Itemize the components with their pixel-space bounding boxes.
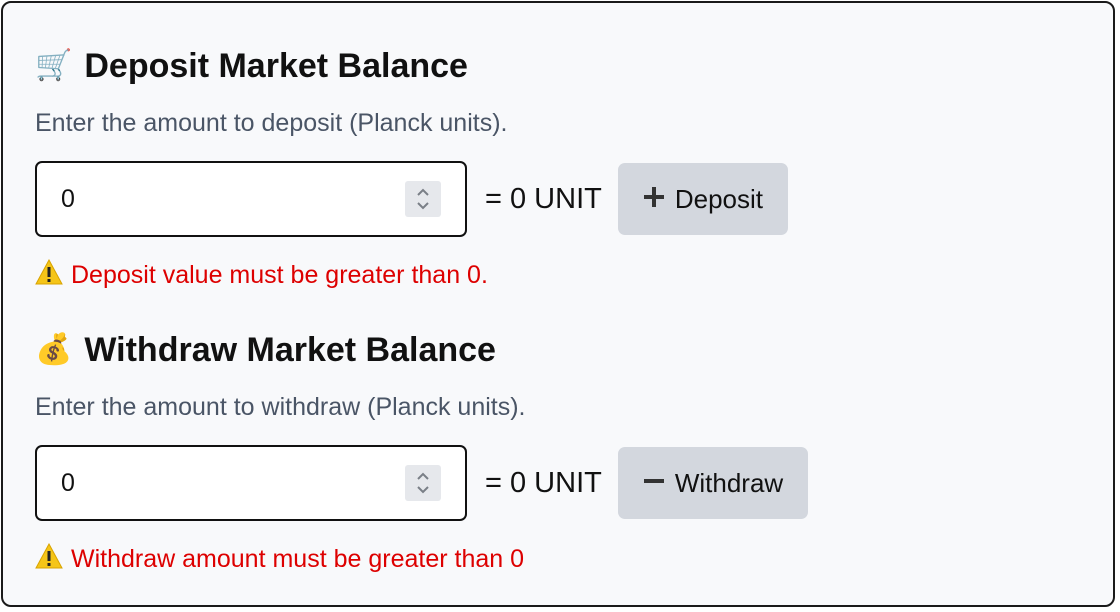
- shopping-cart-icon: 🛒: [35, 49, 73, 82]
- deposit-stepper[interactable]: [405, 181, 441, 217]
- market-balance-panel: 🛒 Deposit Market Balance Enter the amoun…: [1, 1, 1115, 607]
- minus-icon: [643, 468, 665, 499]
- deposit-button-label: Deposit: [674, 183, 763, 214]
- money-bag-icon: 💰: [35, 333, 73, 366]
- deposit-button[interactable]: Deposit: [617, 163, 788, 235]
- deposit-title: 🛒 Deposit Market Balance: [35, 43, 788, 89]
- deposit-amount-input[interactable]: 0: [35, 161, 467, 237]
- deposit-row: 0 = 0 UNIT Deposit: [35, 161, 788, 237]
- withdraw-conversion: = 0 UNIT: [485, 466, 602, 499]
- deposit-conversion: = 0 UNIT: [485, 182, 602, 215]
- withdraw-input-value: 0: [61, 468, 75, 497]
- withdraw-row: 0 = 0 UNIT Withdraw: [35, 445, 809, 521]
- deposit-section: 🛒 Deposit Market Balance Enter the amoun…: [35, 43, 788, 292]
- warning-icon: [35, 542, 63, 576]
- chevron-up-down-icon: [417, 472, 429, 494]
- withdraw-help-text: Enter the amount to withdraw (Planck uni…: [35, 393, 526, 421]
- withdraw-button[interactable]: Withdraw: [617, 447, 809, 519]
- deposit-error: Deposit value must be greater than 0.: [35, 258, 788, 292]
- deposit-help-text: Enter the amount to deposit (Planck unit…: [35, 109, 508, 137]
- withdraw-section: 💰 Withdraw Market Balance Enter the amou…: [35, 327, 809, 576]
- withdraw-amount-input[interactable]: 0: [35, 445, 467, 521]
- withdraw-title-text: Withdraw Market Balance: [84, 330, 496, 369]
- deposit-error-text: Deposit value must be greater than 0.: [71, 261, 488, 289]
- warning-icon: [35, 258, 63, 292]
- withdraw-error: Withdraw amount must be greater than 0: [35, 542, 808, 576]
- withdraw-title: 💰 Withdraw Market Balance: [35, 327, 808, 373]
- chevron-up-down-icon: [417, 188, 429, 210]
- plus-icon: [643, 184, 665, 215]
- deposit-input-value: 0: [61, 184, 75, 213]
- withdraw-button-label: Withdraw: [674, 467, 784, 498]
- deposit-title-text: Deposit Market Balance: [84, 46, 468, 85]
- withdraw-stepper[interactable]: [405, 465, 441, 501]
- withdraw-error-text: Withdraw amount must be greater than 0: [71, 545, 525, 573]
